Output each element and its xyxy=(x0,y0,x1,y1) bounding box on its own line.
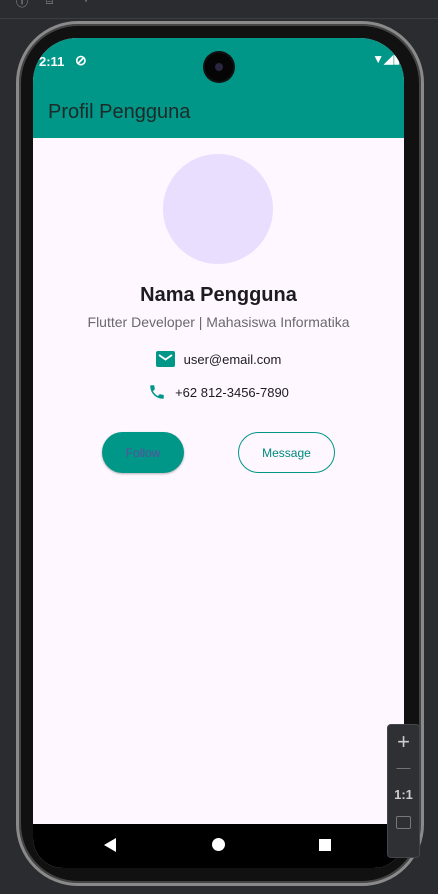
more-icon[interactable]: · xyxy=(84,0,88,7)
zoom-controls: + — 1:1 xyxy=(387,724,420,858)
status-time: 2:11 xyxy=(39,54,65,69)
email-row: user@email.com xyxy=(33,351,404,367)
device-icon[interactable]: ⌸ xyxy=(46,0,53,8)
message-button[interactable]: Message xyxy=(238,432,335,473)
back-icon[interactable] xyxy=(104,838,116,852)
device-screen: 2:11 ⊘ ▼◢▮ Profil Pengguna Nama Pengguna… xyxy=(33,38,404,868)
camera-cutout xyxy=(205,53,233,81)
email-text: user@email.com xyxy=(183,351,282,367)
user-subtitle: Flutter Developer | Mahasiswa Informatik… xyxy=(87,314,350,330)
sync-icon: ⊘ xyxy=(75,52,87,68)
phone-text: +62 812-3456-7890 xyxy=(175,384,289,400)
zoom-out-button[interactable]: — xyxy=(388,759,419,775)
signal-battery-icons: ▼◢▮ xyxy=(372,52,400,66)
email-icon xyxy=(155,351,175,367)
home-icon[interactable] xyxy=(212,838,225,851)
recents-icon[interactable] xyxy=(319,839,331,851)
navigation-bar xyxy=(33,824,404,868)
zoom-reset-button[interactable]: 1:1 xyxy=(388,787,419,802)
info-icon[interactable]: ⓘ xyxy=(16,0,28,10)
follow-button[interactable]: Follow xyxy=(102,432,184,473)
phone-icon xyxy=(150,385,164,399)
app-bar-title: Profil Pengguna xyxy=(48,101,191,123)
app-bar: Profil Pengguna xyxy=(33,88,404,138)
avatar xyxy=(163,154,273,264)
phone-row: +62 812-3456-7890 xyxy=(33,383,404,401)
emulator-toolbar: ⓘ ⌸ · xyxy=(0,0,438,19)
fit-screen-icon[interactable] xyxy=(396,816,411,829)
zoom-in-button[interactable]: + xyxy=(388,729,419,755)
user-name: Nama Pengguna xyxy=(140,284,297,306)
